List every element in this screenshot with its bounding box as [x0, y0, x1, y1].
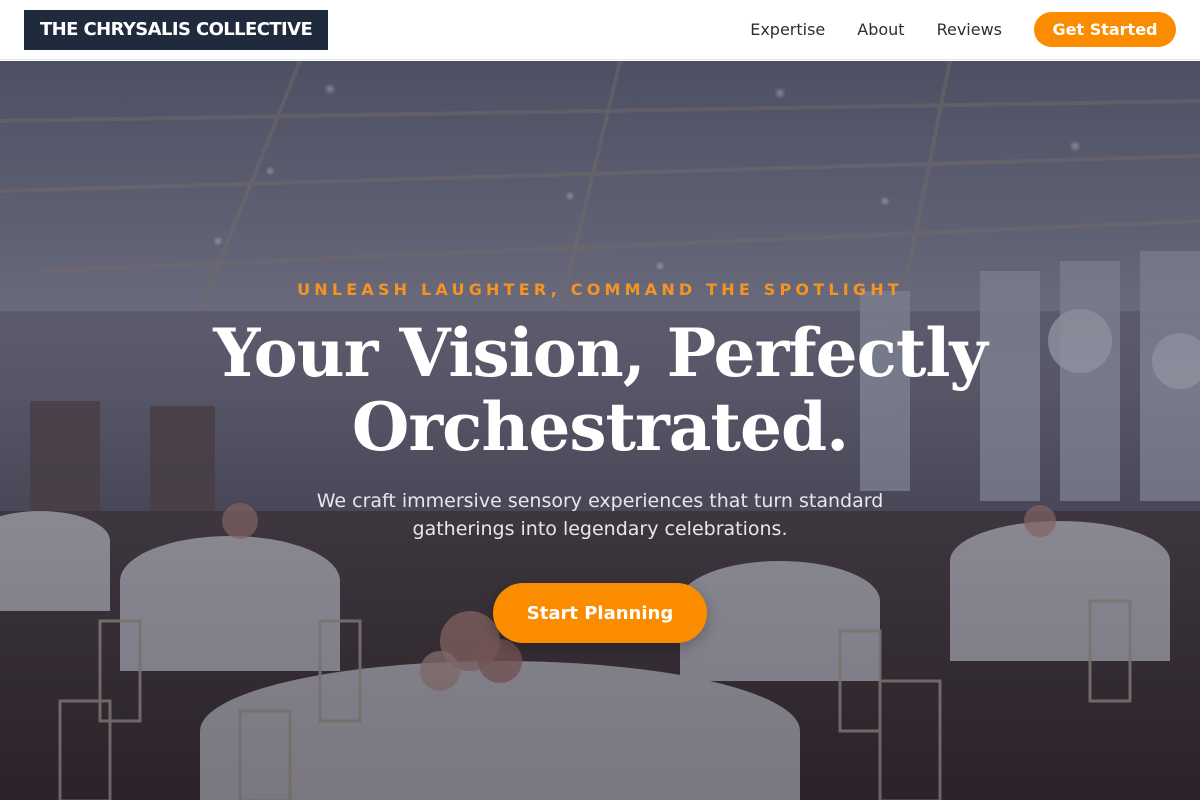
hero-section: UNLEASH LAUGHTER, COMMAND THE SPOTLIGHT … [0, 61, 1200, 800]
brand-logo[interactable]: THE CHRYSALIS COLLECTIVE [24, 9, 329, 50]
hero-subheading-line2: gatherings into legendary celebrations. [412, 518, 788, 540]
nav-menu: Expertise About Reviews Get Started [718, 12, 1176, 47]
start-planning-button[interactable]: Start Planning [493, 583, 707, 643]
hero-headline-line1: Your Vision, Perfectly [213, 314, 988, 392]
nav-link-expertise[interactable]: Expertise [750, 20, 825, 39]
hero-headline: Your Vision, Perfectly Orchestrated. [200, 316, 1000, 464]
hero-subheading: We craft immersive sensory experiences t… [290, 487, 910, 543]
top-navbar: THE CHRYSALIS COLLECTIVE Expertise About… [0, 0, 1200, 60]
hero-subheading-line1: We craft immersive sensory experiences t… [316, 490, 884, 512]
hero-content: UNLEASH LAUGHTER, COMMAND THE SPOTLIGHT … [0, 61, 1200, 800]
get-started-button[interactable]: Get Started [1034, 12, 1176, 47]
nav-link-about[interactable]: About [857, 20, 904, 39]
hero-eyebrow: UNLEASH LAUGHTER, COMMAND THE SPOTLIGHT [297, 280, 903, 299]
hero-headline-line2: Orchestrated. [351, 388, 849, 466]
nav-link-reviews[interactable]: Reviews [937, 20, 1002, 39]
